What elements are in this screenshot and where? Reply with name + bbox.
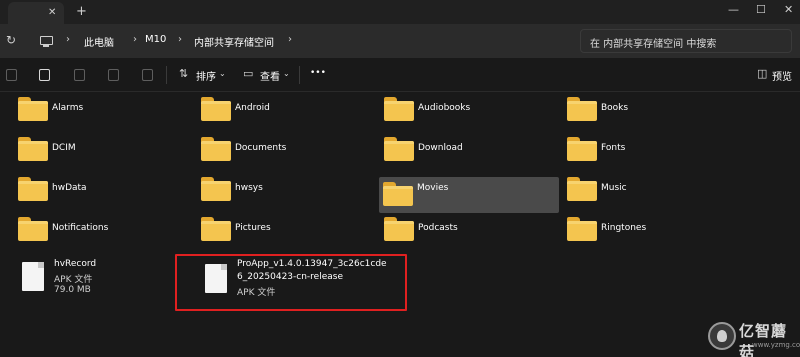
command-bar: ⇅ 排序 ⌄ ▭ 查看 ⌄ ••• ◫ 预览 (0, 58, 800, 92)
preview-button[interactable]: 预览 (772, 68, 792, 83)
folder-item[interactable]: hwData (14, 172, 194, 208)
computer-icon (40, 36, 53, 47)
folder-item-selected[interactable]: Movies (379, 177, 559, 213)
address-bar-row: ↻ › 此电脑 › M10 › 内部共享存储空间 › 在 内部共享存储空间 中搜… (0, 24, 800, 58)
chevron-right-icon[interactable]: › (66, 34, 70, 45)
watermark-text: 亿智蘑菇 (739, 322, 788, 357)
folder-name: Ringtones (601, 223, 647, 233)
folder-icon (384, 217, 414, 241)
breadcrumb-internal-storage[interactable]: 内部共享存储空间 (194, 34, 274, 49)
breadcrumb-this-pc[interactable]: 此电脑 (84, 34, 114, 49)
folder-name: Podcasts (418, 223, 458, 233)
more-options-button[interactable]: ••• (310, 68, 326, 78)
watermark-logo: 亿智蘑菇 www.yzmg.com (706, 318, 800, 357)
chevron-right-icon[interactable]: › (133, 34, 137, 45)
sort-button[interactable]: 排序 (196, 68, 216, 83)
folder-name: Android (235, 103, 270, 113)
folder-icon (201, 137, 231, 161)
new-tab-button[interactable]: + (76, 4, 87, 19)
folder-name: Books (601, 103, 629, 113)
close-window-button[interactable]: ✕ (784, 3, 793, 16)
folder-icon (567, 97, 597, 121)
folder-name: DCIM (52, 143, 76, 153)
folder-item[interactable]: Books (563, 92, 743, 128)
share-icon[interactable] (108, 69, 119, 81)
folder-item[interactable]: Android (197, 92, 377, 128)
file-icon (22, 262, 44, 291)
folder-item[interactable]: Notifications (14, 212, 194, 248)
file-size: 79.0 MB (54, 285, 91, 295)
folder-item[interactable]: Download (380, 132, 560, 168)
folder-name: Fonts (601, 143, 626, 153)
toolbar-divider (299, 66, 300, 84)
file-grid: Alarms Android Audiobooks Books DCIM Doc… (0, 92, 800, 357)
chevron-right-icon[interactable]: › (288, 34, 292, 45)
view-icon[interactable]: ▭ (243, 67, 253, 80)
copy-icon[interactable] (39, 69, 50, 81)
folder-icon (18, 137, 48, 161)
refresh-icon[interactable]: ↻ (6, 33, 16, 47)
folder-item[interactable]: Music (563, 172, 743, 208)
folder-name: Documents (235, 143, 287, 153)
file-name: hvRecord (54, 259, 97, 269)
paste-icon[interactable] (74, 69, 85, 81)
file-type: APK 文件 (54, 275, 93, 285)
preview-pane-icon[interactable]: ◫ (757, 67, 767, 80)
folder-icon (201, 97, 231, 121)
folder-name: Audiobooks (418, 103, 471, 113)
red-highlight-box (175, 254, 407, 311)
tab-current[interactable]: ✕ (8, 2, 64, 24)
search-input[interactable]: 在 内部共享存储空间 中搜索 (580, 29, 792, 53)
address-bar[interactable]: › 此电脑 › M10 › 内部共享存储空间 › (30, 29, 570, 53)
folder-item[interactable]: Ringtones (563, 212, 743, 248)
folder-icon (18, 217, 48, 241)
folder-name: Pictures (235, 223, 271, 233)
folder-item[interactable]: Audiobooks (380, 92, 560, 128)
folder-item[interactable]: Pictures (197, 212, 377, 248)
folder-name: Download (418, 143, 463, 153)
folder-name: Alarms (52, 103, 84, 113)
folder-name: Notifications (52, 223, 109, 233)
folder-icon (201, 217, 231, 241)
cut-icon[interactable] (6, 69, 17, 81)
mushroom-logo-icon (708, 322, 736, 350)
title-bar: ✕ + — ☐ ✕ (0, 0, 800, 24)
folder-icon (567, 217, 597, 241)
folder-icon (384, 137, 414, 161)
folder-item[interactable]: Podcasts (380, 212, 560, 248)
sort-icon[interactable]: ⇅ (179, 67, 188, 80)
folder-name: hwData (52, 183, 87, 193)
toolbar-divider (166, 66, 167, 84)
folder-icon (384, 97, 414, 121)
folder-name: Music (601, 183, 627, 193)
folder-item[interactable]: Fonts (563, 132, 743, 168)
folder-name: hwsys (235, 183, 263, 193)
folder-icon (383, 182, 413, 206)
watermark-url: www.yzmg.com (752, 341, 800, 349)
file-item[interactable]: hvRecord APK 文件 79.0 MB (14, 254, 174, 304)
maximize-button[interactable]: ☐ (756, 3, 766, 16)
chevron-down-icon[interactable]: ⌄ (219, 69, 226, 78)
view-button[interactable]: 查看 (260, 68, 280, 83)
folder-icon (567, 177, 597, 201)
folder-icon (201, 177, 231, 201)
folder-icon (18, 97, 48, 121)
minimize-button[interactable]: — (728, 3, 739, 16)
folder-item[interactable]: hwsys (197, 172, 377, 208)
search-placeholder: 在 内部共享存储空间 中搜索 (590, 39, 717, 50)
chevron-right-icon[interactable]: › (178, 34, 182, 45)
close-tab-icon[interactable]: ✕ (48, 7, 56, 18)
chevron-down-icon[interactable]: ⌄ (283, 69, 290, 78)
folder-icon (18, 177, 48, 201)
breadcrumb-m10[interactable]: M10 (145, 34, 166, 45)
folder-item[interactable]: Documents (197, 132, 377, 168)
folder-item[interactable]: DCIM (14, 132, 194, 168)
folder-icon (567, 137, 597, 161)
folder-item[interactable]: Alarms (14, 92, 194, 128)
delete-icon[interactable] (142, 69, 153, 81)
folder-name: Movies (417, 183, 449, 193)
